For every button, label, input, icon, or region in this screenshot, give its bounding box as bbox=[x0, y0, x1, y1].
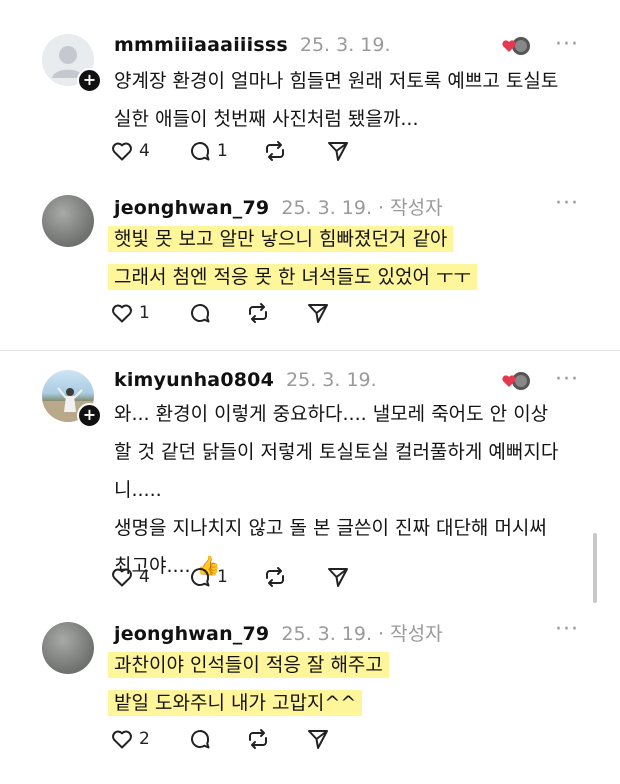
post-text-line: 그래서 첨엔 적응 못 한 녀석들도 있었어 ㅜㅜ bbox=[108, 264, 477, 290]
scrollbar[interactable] bbox=[593, 533, 597, 603]
repost-icon bbox=[266, 141, 284, 161]
repost-button[interactable] bbox=[245, 299, 271, 327]
send-icon bbox=[328, 568, 348, 587]
post-text-line: 할 것 같던 닭들이 저렇게 토실토실 컬러풀하게 예뻐지다 bbox=[114, 441, 559, 463]
post-text-line: 햇빛 못 보고 알만 낳으니 힘빠졌던거 같아 bbox=[108, 226, 454, 252]
share-button[interactable] bbox=[326, 563, 350, 591]
reply-button[interactable]: 1 bbox=[188, 563, 228, 591]
post-text-line: 양계장 환경이 얼마나 힘들면 원래 저토록 예쁘고 토실토 bbox=[114, 70, 559, 92]
repost-icon bbox=[249, 303, 267, 323]
like-count: 4 bbox=[139, 567, 150, 587]
username[interactable]: jeonghwan_79 bbox=[114, 623, 269, 645]
send-icon bbox=[308, 304, 328, 323]
reply-button[interactable] bbox=[188, 299, 212, 327]
repost-button[interactable] bbox=[262, 137, 288, 165]
post-text-line: 과찬이야 인석들이 적응 잘 해주고 bbox=[108, 652, 389, 678]
post-date: 25. 3. 19. bbox=[281, 623, 372, 645]
post-body: 양계장 환경이 얼마나 힘들면 원래 저토록 예쁘고 토실토 실한 애들이 첫번… bbox=[114, 62, 604, 138]
post-date: 25. 3. 19. bbox=[299, 34, 391, 56]
like-button[interactable]: 2 bbox=[110, 725, 150, 753]
repost-button[interactable] bbox=[245, 725, 271, 753]
username[interactable]: mmmiiiaaaiiisss bbox=[114, 34, 288, 56]
more-options-button[interactable]: ··· bbox=[555, 32, 579, 57]
more-options-button[interactable]: ··· bbox=[555, 191, 579, 216]
reply-count: 1 bbox=[217, 567, 228, 587]
post-header: kimyunha0804 25. 3. 19. bbox=[114, 369, 377, 391]
post-text-line-wrap: 밭일 도와주니 내가 고맙지^^ bbox=[108, 684, 604, 722]
like-button[interactable]: 4 bbox=[110, 563, 150, 591]
author-tag: · 작성자 bbox=[378, 197, 443, 219]
share-button[interactable] bbox=[306, 299, 330, 327]
reaction-icon[interactable] bbox=[500, 36, 534, 56]
post-text-line: 와... 환경이 이렇게 중요하다.... 낼모레 죽어도 안 이상 bbox=[114, 403, 549, 425]
post-text-line-wrap: 햇빛 못 보고 알만 낳으니 힘빠졌던거 같아 bbox=[108, 220, 604, 258]
username[interactable]: kimyunha0804 bbox=[114, 369, 274, 391]
heart-icon bbox=[112, 568, 132, 587]
post-text-line-wrap: 그래서 첨엔 적응 못 한 녀석들도 있었어 ㅜㅜ bbox=[108, 258, 604, 296]
post-body: 와... 환경이 이렇게 중요하다.... 낼모레 죽어도 안 이상 할 것 같… bbox=[114, 395, 604, 585]
comment-icon bbox=[191, 568, 210, 587]
heart-icon bbox=[112, 730, 132, 749]
post-date: 25. 3. 19. bbox=[281, 197, 372, 219]
more-options-button[interactable]: ··· bbox=[555, 617, 579, 642]
post-header: jeonghwan_79 25. 3. 19. · 작성자 bbox=[114, 619, 443, 646]
comment-icon bbox=[191, 142, 210, 161]
follow-plus-icon[interactable]: + bbox=[77, 403, 102, 428]
like-button[interactable]: 1 bbox=[110, 299, 150, 327]
like-button[interactable]: 4 bbox=[110, 137, 150, 165]
post-text-line-wrap: 과찬이야 인석들이 적응 잘 해주고 bbox=[108, 646, 604, 684]
post-body: 과찬이야 인석들이 적응 잘 해주고 밭일 도와주니 내가 고맙지^^ bbox=[108, 646, 604, 722]
repost-button[interactable] bbox=[262, 563, 288, 591]
send-icon bbox=[308, 730, 328, 749]
reply-button[interactable] bbox=[188, 725, 212, 753]
like-count: 1 bbox=[139, 303, 150, 323]
heart-icon bbox=[112, 142, 132, 161]
author-tag: · 작성자 bbox=[378, 623, 443, 645]
post-header: mmmiiiaaaiiisss 25. 3. 19. bbox=[114, 34, 391, 56]
share-button[interactable] bbox=[306, 725, 330, 753]
heart-icon bbox=[112, 304, 132, 323]
avatar[interactable] bbox=[42, 622, 94, 674]
post-header: jeonghwan_79 25. 3. 19. · 작성자 bbox=[114, 193, 443, 220]
post-text-line: 밭일 도와주니 내가 고맙지^^ bbox=[108, 690, 363, 716]
more-options-button[interactable]: ··· bbox=[555, 367, 579, 392]
like-count: 4 bbox=[139, 141, 150, 161]
repost-icon bbox=[266, 567, 284, 587]
post-text-line: 생명을 지나치지 않고 돌 본 글쓴이 진짜 대단해 머시써 bbox=[114, 517, 547, 539]
post-text-line: 니..... bbox=[114, 479, 162, 501]
reaction-icon[interactable] bbox=[500, 371, 534, 391]
like-count: 2 bbox=[139, 729, 150, 749]
reply-button[interactable]: 1 bbox=[188, 137, 228, 165]
comment-icon bbox=[191, 730, 210, 749]
avatar[interactable] bbox=[42, 195, 94, 247]
post-date: 25. 3. 19. bbox=[286, 369, 377, 391]
reply-count: 1 bbox=[217, 141, 228, 161]
post-body: 햇빛 못 보고 알만 낳으니 힘빠졌던거 같아 그래서 첨엔 적응 못 한 녀석… bbox=[108, 220, 604, 296]
post-text-line: 실한 애들이 첫번째 사진처럼 됐을까... bbox=[114, 108, 419, 130]
comment-icon bbox=[191, 304, 210, 323]
send-icon bbox=[328, 142, 348, 161]
repost-icon bbox=[249, 729, 267, 749]
share-button[interactable] bbox=[326, 137, 350, 165]
username[interactable]: jeonghwan_79 bbox=[114, 197, 269, 219]
follow-plus-icon[interactable]: + bbox=[77, 68, 102, 93]
thread-divider bbox=[0, 350, 620, 351]
